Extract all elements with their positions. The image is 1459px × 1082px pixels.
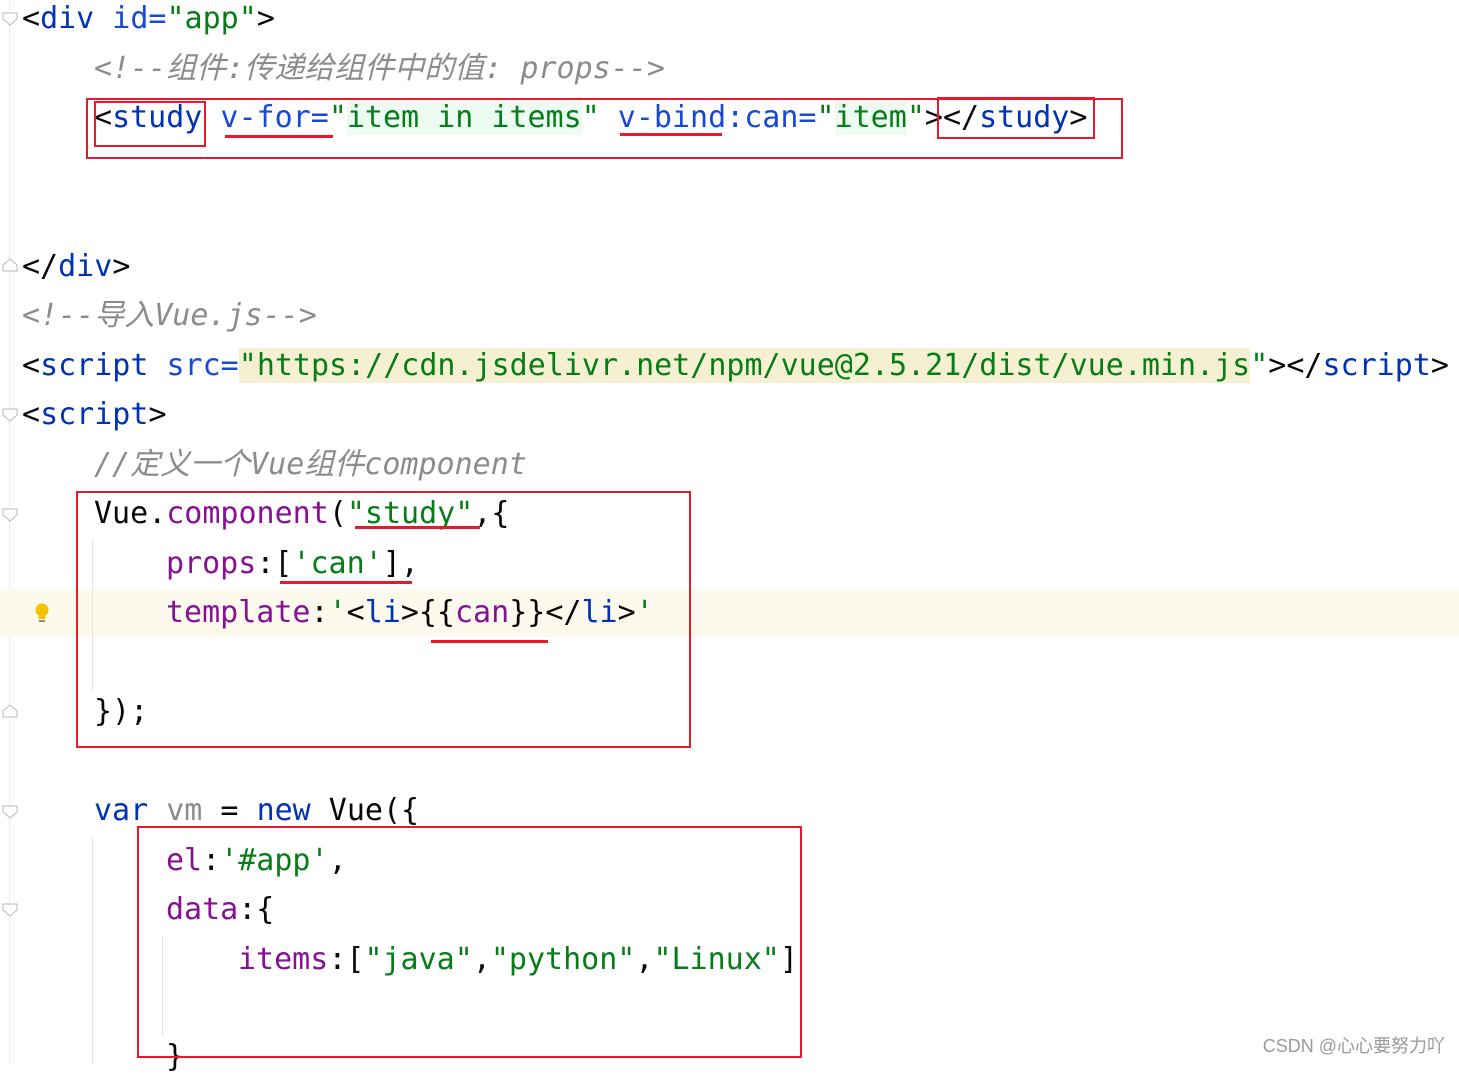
annotation-box-open-tag [94, 101, 206, 147]
watermark: CSDN @心心要努力吖 [1262, 1036, 1445, 1056]
annotation-underline [280, 581, 412, 584]
code-comment[interactable]: <!--组件:传递给组件中的值: props--> [94, 44, 665, 94]
code-token: > [256, 1, 275, 36]
code-token: " [1250, 348, 1269, 383]
code-token: script [40, 397, 149, 432]
code-token: < [22, 348, 41, 383]
code-token: new [256, 793, 311, 828]
annotation-underline [355, 526, 480, 529]
code-token: > [1430, 348, 1449, 383]
code-token: > [148, 397, 167, 432]
code-token: div [58, 249, 113, 284]
code-token: script [1322, 348, 1431, 383]
lightbulb-icon[interactable] [34, 598, 50, 622]
fold-marker-icon[interactable] [2, 12, 18, 26]
code-token: </ [22, 249, 59, 284]
code-token: > [112, 249, 131, 284]
code-token: "app" [166, 1, 257, 36]
annotation-box-close-tag [937, 97, 1095, 139]
code-comment[interactable]: <!--导入Vue.js--> [22, 291, 317, 341]
code-token: " [238, 348, 257, 383]
code-comment[interactable]: //定义一个Vue组件component [94, 440, 527, 490]
fold-end-marker-icon[interactable] [2, 704, 18, 718]
code-token: = [202, 793, 257, 828]
fold-marker-icon[interactable] [2, 408, 18, 422]
fold-marker-icon[interactable] [2, 805, 18, 819]
code-token: script [40, 348, 149, 383]
annotation-underline [431, 640, 548, 643]
code-token: < [22, 1, 41, 36]
annotation-box-vue-instance [137, 826, 802, 1058]
code-line[interactable]: </div> [22, 242, 130, 292]
fold-end-marker-icon[interactable] [2, 258, 18, 272]
code-token: Vue({ [310, 793, 420, 828]
indent-guide [92, 838, 93, 1064]
script-url[interactable]: https://cdn.jsdelivr.net/npm/vue@2.5.21/… [256, 348, 1251, 383]
code-line[interactable]: <script src="https://cdn.jsdelivr.net/np… [22, 341, 1449, 391]
fold-marker-icon[interactable] [2, 903, 18, 917]
code-token: var [94, 793, 149, 828]
fold-marker-icon[interactable] [2, 508, 18, 522]
code-token: ></ [1268, 348, 1323, 383]
code-token: src= [148, 348, 239, 383]
code-token: < [22, 397, 41, 432]
annotation-box-component [76, 491, 691, 748]
annotation-underline [620, 133, 722, 136]
code-line[interactable]: <script> [22, 390, 167, 440]
code-line[interactable]: <div id="app"> [22, 0, 275, 44]
code-token: id= [94, 1, 167, 36]
annotation-underline [225, 135, 333, 138]
code-token: div [40, 1, 95, 36]
code-token: vm [148, 793, 203, 828]
